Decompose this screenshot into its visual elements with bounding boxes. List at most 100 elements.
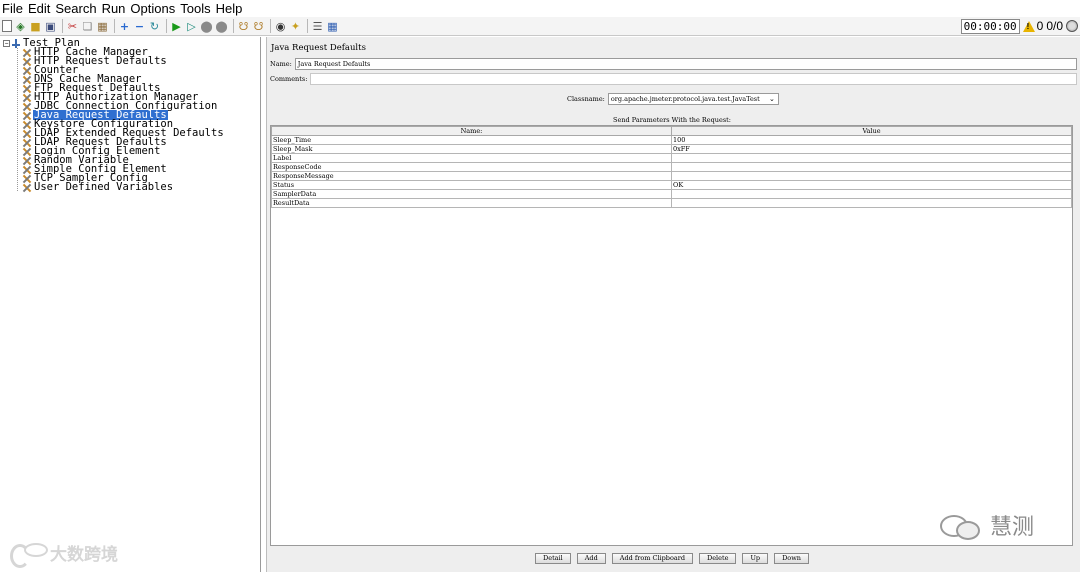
chevron-down-icon: ⌄ (769, 95, 775, 103)
toolbar: ◈ ■ ▣ ✂ ❏ ▦ + − ↻ ▶ ▷ ⬤ ⬤ ☋ ☋ ◉ ✦ ☰ ▦ 00… (0, 17, 1080, 36)
menu-help[interactable]: Help (214, 1, 246, 16)
name-row: Name: Java Request Defaults (270, 57, 1077, 70)
table-row[interactable]: Sleep_Mask 0xFF (271, 144, 1072, 154)
param-value-cell[interactable] (671, 162, 1072, 172)
collapse-toggle-icon[interactable]: − (3, 39, 10, 47)
table-row[interactable]: Label (271, 153, 1072, 163)
toolbar-separator (166, 19, 167, 33)
watermark-right-text: 慧测 (990, 515, 1035, 540)
menu-edit[interactable]: Edit (26, 1, 53, 16)
warning-icon[interactable] (1022, 20, 1035, 32)
watermark-right: 慧测 (940, 509, 1034, 541)
watermark-left-text: 大数跨境 (50, 545, 118, 565)
stop-icon[interactable]: ⬤ (200, 20, 213, 33)
param-name-cell[interactable]: ResponseMessage (271, 171, 672, 181)
name-field[interactable]: Java Request Defaults (294, 57, 1077, 70)
config-element-icon (22, 183, 31, 192)
table-row[interactable]: ResponseCode (271, 162, 1072, 172)
param-name-cell[interactable]: Status (271, 180, 672, 190)
table-buttons: Detail Add Add from Clipboard Delete Up … (267, 553, 1077, 564)
start-icon[interactable]: ▶ (170, 20, 183, 33)
panel-title: Java Request Defaults (271, 43, 366, 53)
comments-row: Comments: (270, 72, 1077, 85)
help-icon[interactable]: ▦ (326, 20, 339, 33)
copy-icon[interactable]: ❏ (81, 20, 94, 33)
param-value-cell[interactable]: 0xFF (671, 144, 1072, 154)
param-name-cell[interactable]: Sleep_Time (271, 135, 672, 145)
status-area: 00:00:00 0 0/0 (960, 17, 1080, 35)
comments-field[interactable] (310, 72, 1077, 85)
clear-all-icon[interactable]: ☋ (252, 20, 265, 33)
search-icon[interactable]: ◉ (274, 20, 287, 33)
table-row[interactable]: ResultData (271, 198, 1072, 208)
tree-guide-line (17, 48, 18, 191)
detail-button[interactable]: Detail (535, 553, 571, 564)
toolbar-separator (114, 19, 115, 33)
up-button[interactable]: Up (742, 553, 769, 564)
param-value-cell[interactable] (671, 198, 1072, 208)
comments-label: Comments: (270, 74, 308, 83)
open-icon[interactable]: ■ (29, 20, 42, 33)
parameters-table: Name: Value Sleep_Time 100 Sleep_Mask 0xFF L… (270, 125, 1073, 546)
down-button[interactable]: Down (774, 553, 809, 564)
menu-file[interactable]: File (0, 1, 26, 16)
clear-icon[interactable]: ☋ (237, 20, 250, 33)
tree-item-label: User Defined Variables (34, 181, 174, 193)
parameters-section-title: Send Parameters With the Request: (613, 116, 731, 124)
param-value-cell[interactable]: 100 (671, 135, 1072, 145)
toolbar-separator (270, 19, 271, 33)
toggle-icon[interactable]: ↻ (148, 20, 161, 33)
new-icon[interactable] (2, 20, 12, 32)
classname-row: Classname: org.apache.jmeter.protocol.ja… (567, 93, 779, 105)
test-plan-icon (12, 38, 20, 48)
paste-icon[interactable]: ▦ (96, 20, 109, 33)
parameters-table-body: Sleep_Time 100 Sleep_Mask 0xFF Label Response… (271, 135, 1072, 208)
param-name-cell[interactable]: SamplerData (271, 189, 672, 199)
thread-count: 0/0 (1046, 19, 1063, 33)
delete-button[interactable]: Delete (699, 553, 737, 564)
add-from-clipboard-button[interactable]: Add from Clipboard (611, 553, 693, 564)
templates-icon[interactable]: ◈ (14, 20, 27, 33)
name-label: Name: (270, 59, 292, 68)
table-row[interactable]: ResponseMessage (271, 171, 1072, 181)
column-header-value[interactable]: Value (671, 126, 1072, 136)
test-plan-tree: − Test Plan HTTP Cache Manager HTTP Reque… (0, 37, 261, 572)
warning-count: 0 (1036, 19, 1044, 33)
toolbar-separator (233, 19, 234, 33)
cut-icon[interactable]: ✂ (66, 20, 79, 33)
remote-globe-icon[interactable] (1066, 20, 1078, 32)
menu-options[interactable]: Options (128, 1, 178, 16)
param-value-cell[interactable] (671, 171, 1072, 181)
save-icon[interactable]: ▣ (44, 20, 57, 33)
table-row[interactable]: Sleep_Time 100 (271, 135, 1072, 145)
brand-logo-icon (8, 542, 48, 568)
function-helper-icon[interactable]: ☰ (311, 20, 324, 33)
add-button[interactable]: Add (576, 553, 606, 564)
table-row[interactable]: SamplerData (271, 189, 1072, 199)
param-value-cell[interactable] (671, 153, 1072, 163)
expand-icon[interactable]: + (118, 20, 131, 33)
column-header-name[interactable]: Name: (271, 126, 672, 136)
start-no-pause-icon[interactable]: ▷ (185, 20, 198, 33)
param-name-cell[interactable]: Sleep_Mask (271, 144, 672, 154)
config-panel: Java Request Defaults Name: Java Request… (266, 37, 1080, 572)
param-value-cell[interactable] (671, 189, 1072, 199)
shutdown-icon[interactable]: ⬤ (215, 20, 228, 33)
param-name-cell[interactable]: ResultData (271, 198, 672, 208)
watermark-left: 大数跨境 (8, 540, 118, 568)
collapse-icon[interactable]: − (133, 20, 146, 33)
menu-search[interactable]: Search (53, 1, 99, 16)
param-value-cell[interactable]: OK (671, 180, 1072, 190)
toolbar-separator (307, 19, 308, 33)
param-name-cell[interactable]: Label (271, 153, 672, 163)
menu-tools[interactable]: Tools (178, 1, 213, 16)
tree-item[interactable]: User Defined Variables (22, 181, 174, 193)
param-name-cell[interactable]: ResponseCode (271, 162, 672, 172)
menu-run[interactable]: Run (100, 1, 129, 16)
classname-select[interactable]: org.apache.jmeter.protocol.java.test.Jav… (607, 93, 779, 105)
table-row[interactable]: Status OK (271, 180, 1072, 190)
classname-value: org.apache.jmeter.protocol.java.test.Jav… (610, 95, 760, 103)
toolbar-separator (62, 19, 63, 33)
menu-bar: File Edit Search Run Options Tools Help (0, 0, 1080, 17)
reset-search-icon[interactable]: ✦ (289, 20, 302, 33)
